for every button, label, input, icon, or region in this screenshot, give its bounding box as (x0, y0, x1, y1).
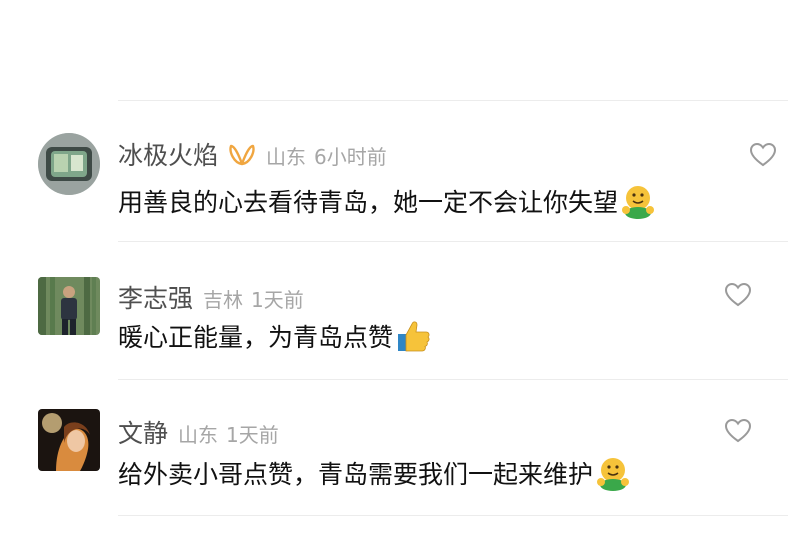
comment-meta: 李志强 吉林 1天前 (118, 279, 304, 315)
username[interactable]: 冰极火焰 (118, 136, 218, 172)
comment-meta: 冰极火焰 山东 6小时前 (118, 136, 387, 172)
divider (118, 515, 788, 516)
location: 吉林 (203, 288, 244, 312)
avatar[interactable] (38, 133, 100, 195)
avatar[interactable] (38, 409, 100, 471)
comment-body: 暖心正能量，为青岛点赞 (118, 323, 394, 352)
divider (118, 241, 788, 242)
comment-text: 给外卖小哥点赞，青岛需要我们一起来维护 (118, 455, 631, 491)
heart-icon[interactable] (724, 418, 752, 444)
hugging-face-emoji (620, 183, 656, 219)
username[interactable]: 文静 (118, 414, 168, 450)
comment-info: 吉林 1天前 (203, 284, 304, 313)
timestamp: 1天前 (226, 423, 279, 447)
vip-badge-icon (228, 143, 256, 167)
location: 山东 (178, 423, 219, 447)
location: 山东 (266, 145, 307, 169)
thumbs-up-emoji (395, 318, 431, 354)
comment-meta: 文静 山东 1天前 (118, 414, 279, 450)
comment-body: 给外卖小哥点赞，青岛需要我们一起来维护 (118, 460, 594, 489)
comment-info: 山东 6小时前 (266, 141, 387, 170)
timestamp: 6小时前 (314, 145, 387, 169)
hugging-face-emoji (595, 455, 631, 491)
heart-icon[interactable] (724, 282, 752, 308)
comment-info: 山东 1天前 (178, 419, 279, 448)
comment-text: 用善良的心去看待青岛，她一定不会让你失望 (118, 183, 656, 219)
timestamp: 1天前 (251, 288, 304, 312)
avatar[interactable] (38, 277, 100, 335)
comment-body: 用善良的心去看待青岛，她一定不会让你失望 (118, 188, 619, 217)
heart-icon[interactable] (749, 142, 777, 168)
divider (118, 379, 788, 380)
username[interactable]: 李志强 (118, 279, 193, 315)
divider (118, 100, 788, 101)
comment-text: 暖心正能量，为青岛点赞 (118, 318, 431, 354)
